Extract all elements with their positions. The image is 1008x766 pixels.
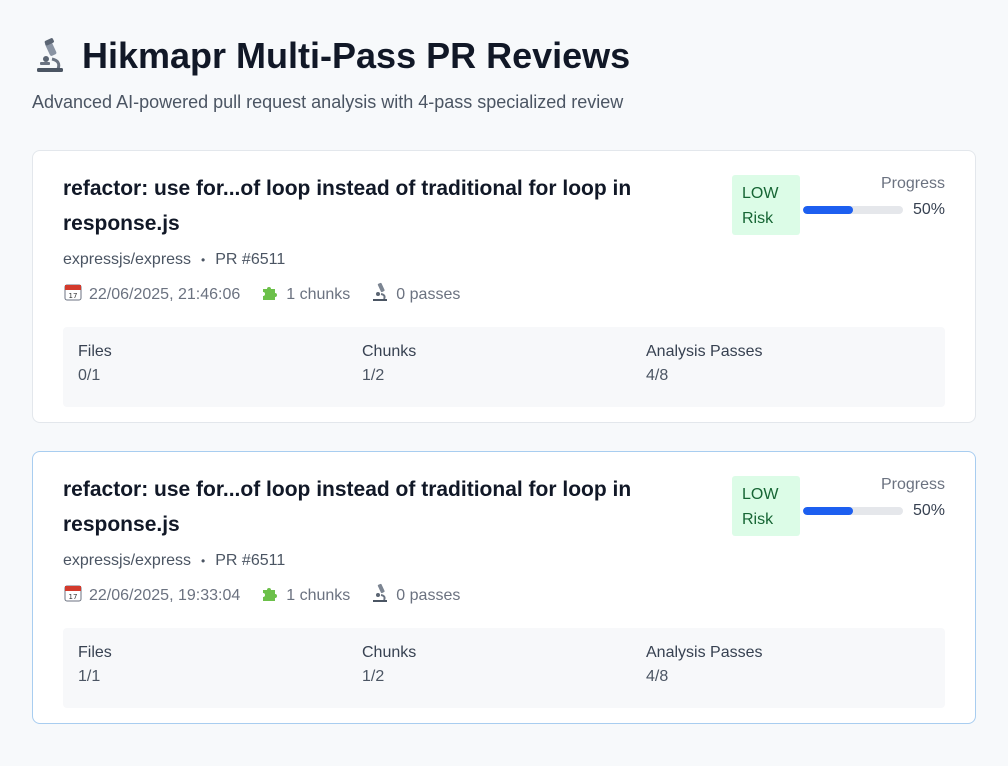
progress-fill: [802, 206, 853, 214]
progress-value: 50%: [912, 201, 945, 218]
microscope-icon: [370, 583, 390, 608]
date-text: 22/06/2025, 19:33:04: [89, 586, 241, 604]
progress-block: Progress 50%: [800, 476, 945, 520]
progress-label: Progress: [880, 476, 945, 493]
stat-analysis-passes: Analysis Passes 4/8: [646, 644, 930, 692]
review-card[interactable]: refactor: use for...of loop instead of t…: [32, 451, 976, 724]
pr-title[interactable]: refactor: use for...of loop instead of t…: [63, 171, 683, 241]
repo-name: expressjs/express: [63, 251, 192, 268]
progress-label: Progress: [880, 175, 945, 192]
progress-bar: [802, 507, 903, 515]
puzzle-icon: [260, 583, 280, 608]
stat-files: Files 1/1: [78, 644, 362, 692]
meta-chunks: 1 chunks: [260, 282, 350, 307]
page: Hikmapr Multi-Pass PR Reviews Advanced A…: [0, 0, 1008, 724]
risk-level: LOW: [742, 486, 779, 503]
risk-suffix: Risk: [742, 511, 774, 528]
stat-value: 1/2: [362, 668, 385, 685]
risk-suffix: Risk: [742, 210, 774, 227]
meta-passes: 0 passes: [370, 282, 460, 307]
risk-level: LOW: [742, 185, 779, 202]
stat-files: Files 0/1: [78, 343, 362, 391]
meta-date: 17 22/06/2025, 21:46:06: [63, 282, 240, 307]
pr-number: PR #6511: [215, 552, 286, 569]
progress-block: Progress 50%: [800, 175, 945, 219]
stat-value: 1/2: [362, 367, 385, 384]
microscope-icon: [370, 282, 390, 307]
page-subtitle: Advanced AI-powered pull request analysi…: [32, 92, 624, 112]
chunks-text: 1 chunks: [286, 586, 351, 604]
svg-text:17: 17: [69, 292, 78, 300]
stat-value: 0/1: [78, 367, 101, 384]
puzzle-icon: [260, 282, 280, 307]
repo-name: expressjs/express: [63, 552, 192, 569]
progress-fill: [802, 507, 853, 515]
chunks-text: 1 chunks: [286, 285, 351, 303]
stats-panel: Files 1/1 Chunks 1/2 Analysis Passes 4/8: [63, 628, 945, 708]
meta-chunks: 1 chunks: [260, 583, 350, 608]
stat-analysis-passes: Analysis Passes 4/8: [646, 343, 930, 391]
stat-value: 4/8: [646, 668, 669, 685]
review-list: refactor: use for...of loop instead of t…: [32, 150, 976, 724]
stat-label: Analysis Passes: [646, 644, 763, 661]
separator-dot: •: [201, 253, 206, 267]
meta-passes: 0 passes: [370, 583, 460, 608]
pr-title[interactable]: refactor: use for...of loop instead of t…: [63, 472, 683, 542]
risk-badge: LOW Risk: [732, 476, 800, 536]
review-card[interactable]: refactor: use for...of loop instead of t…: [32, 150, 976, 423]
meta-line: 17 22/06/2025, 21:46:06 1 chunks 0 passe…: [63, 282, 732, 307]
stat-chunks: Chunks 1/2: [362, 644, 646, 692]
repo-line: expressjs/express • PR #6511: [63, 251, 732, 269]
page-title: Hikmapr Multi-Pass PR Reviews: [82, 35, 631, 76]
repo-line: expressjs/express • PR #6511: [63, 552, 732, 570]
stat-label: Chunks: [362, 644, 417, 661]
passes-text: 0 passes: [396, 285, 461, 303]
stat-value: 1/1: [78, 668, 101, 685]
stat-label: Analysis Passes: [646, 343, 763, 360]
stat-label: Files: [78, 343, 112, 360]
stat-value: 4/8: [646, 367, 669, 384]
stat-label: Files: [78, 644, 112, 661]
progress-bar: [802, 206, 903, 214]
separator-dot: •: [201, 554, 206, 568]
stat-label: Chunks: [362, 343, 417, 360]
svg-text:17: 17: [69, 593, 78, 601]
passes-text: 0 passes: [396, 586, 461, 604]
meta-line: 17 22/06/2025, 19:33:04 1 chunks 0 passe…: [63, 583, 732, 608]
date-text: 22/06/2025, 21:46:06: [89, 285, 241, 303]
progress-value: 50%: [912, 502, 945, 519]
calendar-icon: 17: [63, 282, 83, 307]
calendar-icon: 17: [63, 583, 83, 608]
risk-badge: LOW Risk: [732, 175, 800, 235]
stats-panel: Files 0/1 Chunks 1/2 Analysis Passes 4/8: [63, 327, 945, 407]
page-header: Hikmapr Multi-Pass PR Reviews: [32, 32, 976, 80]
meta-date: 17 22/06/2025, 19:33:04: [63, 583, 240, 608]
microscope-icon: [32, 38, 68, 74]
pr-number: PR #6511: [215, 251, 286, 268]
stat-chunks: Chunks 1/2: [362, 343, 646, 391]
